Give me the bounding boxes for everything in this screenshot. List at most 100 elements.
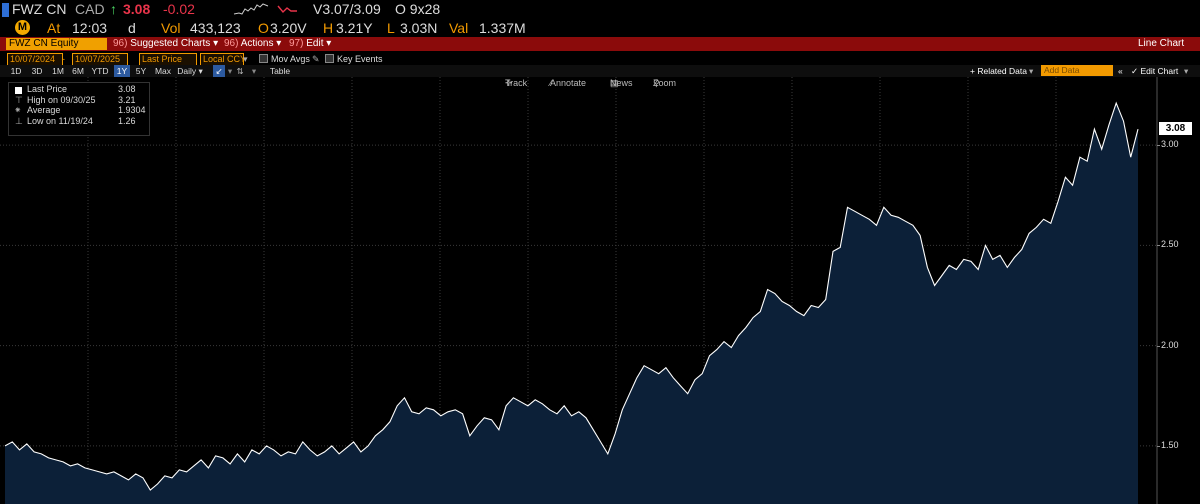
date-separator: - [62,54,65,64]
chevron-down-icon[interactable]: ▾ [243,53,248,65]
legend-low-value: 1.26 [118,115,136,126]
y-axis: 1.50 2.00 2.50 3.00 [1157,77,1200,504]
checkbox-icon [259,54,268,63]
high-marker-icon: ⊤ [15,94,23,105]
security-field[interactable]: FWZ CN Equity [6,38,107,50]
edit-chart-label: Edit Chart [1140,66,1179,76]
trade-time-suffix: d [128,20,136,36]
chart-legend[interactable]: Last Price 3.08 ⊤ High on 09/30/25 3.21 … [8,82,150,136]
suggested-charts-menu[interactable]: 96) Suggested Charts ▾ [113,37,218,51]
edit-chart-button[interactable]: ✓ Edit Chart [1131,65,1178,77]
period-3d[interactable]: 3D [29,65,45,77]
y-tick-label: 3.00 [1161,139,1179,150]
y-tick-mark [1157,345,1160,347]
price-chart[interactable] [0,77,1200,504]
legend-avg-value: 1.9304 [118,105,146,115]
legend-low: ⊥ Low on 11/19/24 1.26 [13,115,149,127]
checkbox-icon [325,54,334,63]
chevron-down-icon: ▾ [213,38,219,49]
settings-icon[interactable]: ✎ [312,53,320,65]
bid-ask: V3.07/3.09 [313,1,381,17]
bid-ask-size: O 9x28 [395,1,441,17]
legend-last-price: Last Price 3.08 [13,84,149,95]
suggested-charts-tag: 96) [113,38,128,49]
edit-label: Edit [306,38,324,49]
high-price: 3.21Y [336,20,373,36]
price-area-fill [5,103,1138,504]
actions-label: Actions [240,38,274,49]
legend-high-value: 3.21 [118,94,136,105]
related-data-button[interactable]: + Related Data [970,65,1027,77]
period-6m[interactable]: 6M [70,65,86,77]
chevron-down-icon: ▾ [326,38,332,49]
open-label: O [258,20,269,36]
period-max[interactable]: Max [153,65,173,77]
period-row: 1D 3D 1M 6M YTD 1Y 5Y Max Daily ▾ ↙ ▾ ⇅ … [0,65,1200,77]
low-label: L [387,20,395,36]
up-arrow-icon: ↑ [110,1,117,17]
open-price: 3.20V [270,20,307,36]
volume: 433,123 [190,20,241,36]
chevron-down-icon[interactable]: ▾ [226,65,234,77]
period-5y[interactable]: 5Y [134,65,148,77]
period-ytd[interactable]: YTD [90,65,110,77]
edit-tag: 97) [289,38,304,49]
zoom-label: Zoom [653,78,677,88]
y-tick-mark [1157,245,1160,247]
legend-last-label: Last Price [27,84,68,94]
legend-last-value: 3.08 [118,84,136,94]
trend-icon [277,5,297,14]
net-change: -0.02 [163,1,195,17]
collapse-icon[interactable]: « [1118,65,1123,77]
high-label: H [323,20,334,36]
suggested-charts-label: Suggested Charts [130,38,211,49]
more-options-icon[interactable]: ▾ [1184,65,1188,77]
bar-chart-type-icon[interactable]: ⇅ [234,65,246,77]
period-1d[interactable]: 1D [9,65,23,77]
y-tick-label: 2.50 [1161,239,1179,250]
actions-menu[interactable]: 96) Actions ▾ [224,37,281,51]
frequency-select[interactable]: Daily ▾ [177,65,203,77]
mov-avgs-toggle[interactable]: Mov Avgs [259,53,310,65]
legend-high-label: High on 09/30/25 [27,94,96,105]
trade-time: 12:03 [72,20,108,36]
legend-average: ⁕ Average 1.9304 [13,105,149,116]
key-events-toggle[interactable]: Key Events [325,53,383,65]
currency: CAD [75,1,105,17]
chevron-down-icon[interactable]: ▾ [250,65,258,77]
y-tick-mark [1157,145,1160,147]
edit-menu[interactable]: 97) Edit ▾ [289,37,331,51]
mov-avgs-label: Mov Avgs [271,54,310,64]
table-button[interactable]: Table [268,65,292,77]
traded-value: 1.337M [479,20,526,36]
y-tick-mark [1157,445,1160,447]
function-toolbar: FWZ CN Equity 96) Suggested Charts ▾ 96)… [0,37,1200,51]
low-price: 3.03N [400,20,438,36]
chevron-down-icon[interactable]: ▾ [1029,65,1033,77]
realtime-badge-icon: M [15,20,30,35]
chart-title: Line Chart [1138,38,1185,49]
ticker[interactable]: FWZ CN [12,1,66,17]
annotate-label: Annotate [550,78,587,88]
sparkline-icon [233,3,269,15]
average-marker-icon: ⁕ [14,105,22,115]
legend-high: ⊤ High on 09/30/25 3.21 [13,94,149,106]
value-label: Val [449,20,469,36]
at-label: At [47,20,61,36]
add-data-input[interactable]: Add Data [1041,65,1113,76]
period-1y[interactable]: 1Y [114,65,130,77]
last-price-marker: 3.08 [1159,122,1192,136]
quote-header: FWZ CN CAD ↑ 3.08 -0.02 V3.07/3.09 O 9x2… [0,0,1200,19]
last-price: 3.08 [123,1,151,17]
y-tick-label: 2.00 [1161,339,1179,350]
legend-low-label: Low on 11/19/24 [27,115,93,126]
vol-label: Vol [161,20,181,36]
actions-tag: 96) [224,38,239,49]
period-1m[interactable]: 1M [50,65,66,77]
low-marker-icon: ⊥ [15,115,23,126]
line-chart-type-icon[interactable]: ↙ [213,65,225,77]
key-events-label: Key Events [337,54,383,64]
y-tick-label: 1.50 [1161,439,1179,450]
legend-avg-label: Average [27,105,61,115]
chevron-down-icon: ▾ [276,38,282,49]
